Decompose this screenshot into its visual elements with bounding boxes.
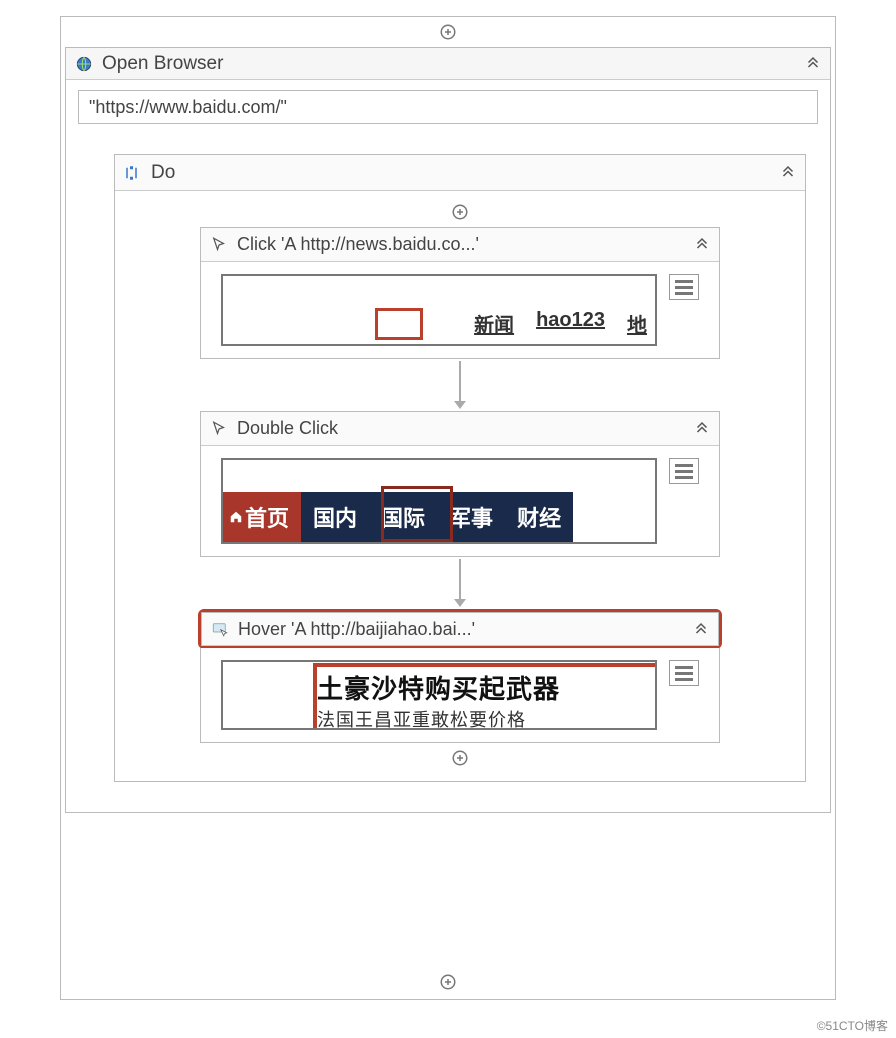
hover-activity-title: Hover 'A http://baijiahao.bai...' bbox=[238, 619, 692, 640]
click-activity-title: Click 'A http://news.baidu.co...' bbox=[237, 234, 693, 255]
collapse-chevron-icon[interactable] bbox=[804, 52, 822, 76]
do-sequence-icon bbox=[123, 163, 143, 183]
collapse-chevron-icon[interactable] bbox=[692, 618, 710, 641]
hover-activity-header[interactable]: Hover 'A http://baijiahao.bai...' bbox=[201, 612, 719, 646]
open-browser-header[interactable]: Open Browser bbox=[66, 48, 830, 80]
hover-activity-body-wrapper: 土豪沙特购买起武器 法国王昌亚重敢松要价格 bbox=[200, 648, 720, 743]
double-click-activity-title: Double Click bbox=[237, 418, 693, 439]
open-browser-activity[interactable]: Open Browser "https://www.baidu.com/" Do bbox=[65, 47, 831, 813]
cursor-icon bbox=[209, 419, 229, 439]
add-activity-top[interactable] bbox=[61, 17, 835, 47]
selector-options-button[interactable] bbox=[669, 660, 699, 686]
open-browser-url-input[interactable]: "https://www.baidu.com/" bbox=[78, 90, 818, 124]
plus-icon bbox=[451, 203, 469, 221]
do-title: Do bbox=[151, 162, 779, 184]
selector-options-button[interactable] bbox=[669, 458, 699, 484]
selector-options-button[interactable] bbox=[669, 274, 699, 300]
add-activity-inner-bottom[interactable] bbox=[131, 743, 789, 773]
cursor-icon bbox=[209, 235, 229, 255]
globe-icon bbox=[74, 54, 94, 74]
open-browser-title: Open Browser bbox=[102, 53, 804, 75]
baidu-link-hao123: hao123 bbox=[536, 309, 605, 338]
hover-selector-preview[interactable]: 土豪沙特购买起武器 法国王昌亚重敢松要价格 bbox=[221, 660, 657, 730]
baidu-link-map: 地 bbox=[627, 309, 647, 338]
add-activity-bottom[interactable] bbox=[61, 967, 835, 997]
baidu-link-news: 新闻 bbox=[474, 309, 514, 338]
do-header[interactable]: Do bbox=[115, 155, 805, 191]
hover-activity[interactable]: Hover 'A http://baijiahao.bai...' bbox=[201, 612, 719, 646]
open-browser-url-value: "https://www.baidu.com/" bbox=[89, 97, 287, 118]
click-activity[interactable]: Click 'A http://news.baidu.co...' 新闻 hao bbox=[200, 227, 720, 359]
newsnav-tab-finance: 财经 bbox=[505, 492, 573, 542]
click-selector-preview[interactable]: 新闻 hao123 地 bbox=[221, 274, 657, 346]
hover-activity-selection-highlight: Hover 'A http://baijiahao.bai...' bbox=[198, 609, 722, 649]
selector-highlight-box bbox=[375, 308, 423, 340]
flow-connector bbox=[131, 559, 789, 607]
add-activity-inner-top[interactable] bbox=[131, 197, 789, 227]
selector-highlight-box bbox=[381, 486, 453, 542]
collapse-chevron-icon[interactable] bbox=[779, 161, 797, 185]
do-activity[interactable]: Do bbox=[114, 154, 806, 782]
headline-text-2: 法国王昌亚重敢松要价格 bbox=[317, 706, 655, 730]
hover-icon bbox=[210, 619, 230, 639]
workflow-sequence-container: Open Browser "https://www.baidu.com/" Do bbox=[60, 16, 836, 1000]
plus-icon bbox=[451, 749, 469, 767]
click-activity-header[interactable]: Click 'A http://news.baidu.co...' bbox=[201, 228, 719, 262]
double-click-selector-preview[interactable]: 首页 国内 国际 军事 财经 bbox=[221, 458, 657, 544]
double-click-activity-header[interactable]: Double Click bbox=[201, 412, 719, 446]
collapse-chevron-icon[interactable] bbox=[693, 233, 711, 256]
watermark: ©51CTO博客 bbox=[817, 1017, 888, 1034]
double-click-activity[interactable]: Double Click 首页 bbox=[200, 411, 720, 557]
headline-text-1: 土豪沙特购买起武器 bbox=[317, 669, 655, 706]
flow-connector bbox=[131, 361, 789, 409]
newsnav-tab-home: 首页 bbox=[223, 492, 301, 542]
newsnav-tab-domestic: 国内 bbox=[301, 492, 369, 542]
selector-highlight-box: 土豪沙特购买起武器 法国王昌亚重敢松要价格 bbox=[313, 663, 655, 730]
plus-icon bbox=[439, 973, 457, 991]
collapse-chevron-icon[interactable] bbox=[693, 417, 711, 440]
plus-icon bbox=[439, 23, 457, 41]
